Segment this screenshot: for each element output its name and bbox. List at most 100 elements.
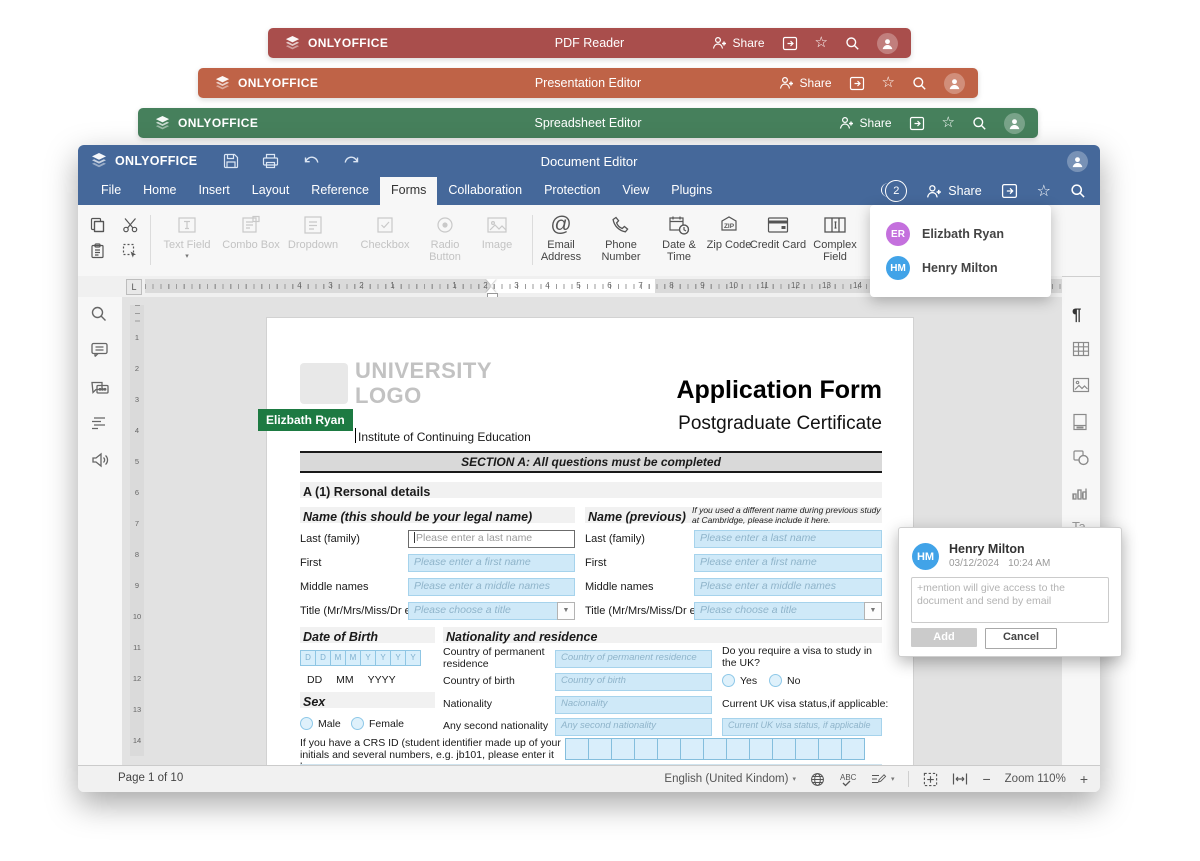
search-icon[interactable]: [1070, 183, 1086, 199]
chart-settings-icon[interactable]: [1072, 485, 1088, 500]
user-list-item[interactable]: HM Henry Milton: [886, 256, 998, 280]
search-icon[interactable]: [912, 76, 927, 91]
nationality-input[interactable]: Nacionality: [555, 696, 712, 714]
first-name-input[interactable]: Please enter a first name: [408, 554, 575, 572]
user-list-item[interactable]: ER Elizbath Ryan: [886, 222, 1004, 246]
share-button[interactable]: Share: [926, 184, 981, 199]
chevron-down-icon[interactable]: ▼: [557, 602, 575, 620]
search-icon[interactable]: [90, 305, 108, 323]
tab-collaboration[interactable]: Collaboration: [437, 177, 533, 205]
search-icon[interactable]: [845, 36, 860, 51]
paste-icon[interactable]: [90, 243, 105, 259]
zoom-in-button[interactable]: +: [1080, 771, 1088, 787]
select-all-icon[interactable]: [122, 243, 138, 259]
prev-title-dropdown[interactable]: Please choose a title▼: [694, 602, 882, 620]
title-dropdown[interactable]: Please choose a title▼: [408, 602, 575, 620]
image-field-button[interactable]: Image: [468, 211, 526, 251]
second-nationality-input[interactable]: Any second nationality: [555, 718, 712, 736]
chevron-down-icon[interactable]: ▼: [864, 602, 882, 620]
table-settings-icon[interactable]: [1072, 341, 1090, 357]
indent-marker[interactable]: [486, 279, 496, 293]
undo-icon[interactable]: [302, 154, 320, 168]
country-of-birth-input[interactable]: Country of birth: [555, 673, 712, 691]
favorite-star-icon[interactable]: ☆: [1037, 181, 1051, 201]
prev-last-name-input[interactable]: Please enter a last name: [694, 530, 882, 548]
visa-no-radio[interactable]: No: [769, 674, 800, 687]
shape-settings-icon[interactable]: [1072, 449, 1090, 466]
sex-male-radio[interactable]: Male: [300, 717, 341, 730]
share-button[interactable]: Share: [779, 76, 832, 90]
avatar-icon[interactable]: [1004, 113, 1025, 134]
fit-width-icon[interactable]: [952, 772, 968, 786]
favorite-star-icon[interactable]: ☆: [942, 116, 955, 130]
tab-forms[interactable]: Forms: [380, 177, 437, 205]
phone-number-button[interactable]: Phone Number: [592, 211, 650, 263]
crs-id-cells[interactable]: [565, 738, 864, 760]
tab-home[interactable]: Home: [132, 177, 187, 205]
favorite-star-icon[interactable]: ☆: [815, 36, 828, 50]
feedback-icon[interactable]: [90, 451, 109, 469]
tab-view[interactable]: View: [611, 177, 660, 205]
paragraph-settings-icon[interactable]: ¶: [1072, 305, 1081, 325]
save-copy-icon[interactable]: [909, 116, 925, 131]
track-changes-icon[interactable]: ▾: [870, 772, 895, 787]
document-page[interactable]: UNIVERSITY LOGO Elizbath Ryan Institute …: [267, 318, 913, 765]
active-users-badge[interactable]: 2: [885, 180, 907, 202]
comments-icon[interactable]: [90, 341, 109, 359]
search-icon[interactable]: [972, 116, 987, 131]
complex-field-button[interactable]: Complex Field: [806, 211, 864, 263]
fit-page-icon[interactable]: [923, 772, 938, 787]
navigation-icon[interactable]: [90, 415, 108, 431]
dob-cells[interactable]: DDMMYYYY: [300, 650, 420, 666]
credit-card-button[interactable]: Credit Card: [749, 211, 807, 251]
text-field-button[interactable]: Text Field ▾: [159, 211, 215, 263]
copy-icon[interactable]: [90, 217, 105, 233]
cancel-comment-button[interactable]: Cancel: [985, 628, 1057, 649]
save-copy-icon[interactable]: [1001, 183, 1018, 199]
cut-icon[interactable]: [122, 217, 139, 233]
last-name-input[interactable]: Please enter a last name: [408, 530, 575, 548]
language-selector[interactable]: English (United Kindom)▾: [664, 773, 796, 785]
page-indicator[interactable]: Page 1 of 10: [118, 772, 183, 784]
visa-status-input[interactable]: Current UK visa status, if applicable: [722, 718, 882, 736]
middle-names-input[interactable]: Please enter a middle names: [408, 578, 575, 596]
comment-text-input[interactable]: +mention will give access to the documen…: [911, 577, 1109, 623]
language-globe-icon[interactable]: [810, 772, 825, 787]
checkbox-button[interactable]: Checkbox: [356, 211, 414, 251]
tab-plugins[interactable]: Plugins: [660, 177, 723, 205]
tab-layout[interactable]: Layout: [241, 177, 301, 205]
favorite-star-icon[interactable]: ☆: [882, 76, 895, 90]
zoom-level[interactable]: Zoom 110%: [1005, 773, 1066, 785]
email-address-button[interactable]: @ Email Address: [532, 211, 590, 263]
chat-icon[interactable]: [90, 379, 110, 398]
image-settings-icon[interactable]: [1072, 377, 1090, 393]
vertical-ruler[interactable]: 1234567891011121314: [130, 305, 144, 755]
redo-icon[interactable]: [343, 154, 361, 168]
share-button[interactable]: Share: [839, 116, 892, 130]
headerfooter-settings-icon[interactable]: [1072, 413, 1088, 431]
tab-stop-selector[interactable]: L: [126, 279, 142, 295]
zoom-out-button[interactable]: −: [982, 771, 990, 787]
prev-middle-names-input[interactable]: Please enter a middle names: [694, 578, 882, 596]
avatar-icon[interactable]: [877, 33, 898, 54]
visa-yes-radio[interactable]: Yes: [722, 674, 757, 687]
sex-female-radio[interactable]: Female: [351, 717, 404, 730]
permanent-residence-input[interactable]: Country of permanent residence: [555, 650, 712, 668]
prev-first-name-input[interactable]: Please enter a first name: [694, 554, 882, 572]
combo-box-button[interactable]: Combo Box: [222, 211, 280, 251]
add-comment-button[interactable]: Add: [911, 628, 977, 647]
print-icon[interactable]: [262, 153, 279, 169]
avatar-icon[interactable]: [944, 73, 965, 94]
radio-button-button[interactable]: Radio Button: [416, 211, 474, 263]
save-copy-icon[interactable]: [782, 36, 798, 51]
avatar-icon[interactable]: [1067, 151, 1088, 172]
dropdown-button[interactable]: Dropdown: [284, 211, 342, 251]
tab-reference[interactable]: Reference: [300, 177, 380, 205]
tab-insert[interactable]: Insert: [188, 177, 241, 205]
tab-protection[interactable]: Protection: [533, 177, 611, 205]
save-icon[interactable]: [223, 153, 239, 169]
save-copy-icon[interactable]: [849, 76, 865, 91]
tab-file[interactable]: File: [90, 177, 132, 205]
spellcheck-icon[interactable]: ABC: [839, 772, 856, 787]
share-button[interactable]: Share: [712, 36, 765, 50]
